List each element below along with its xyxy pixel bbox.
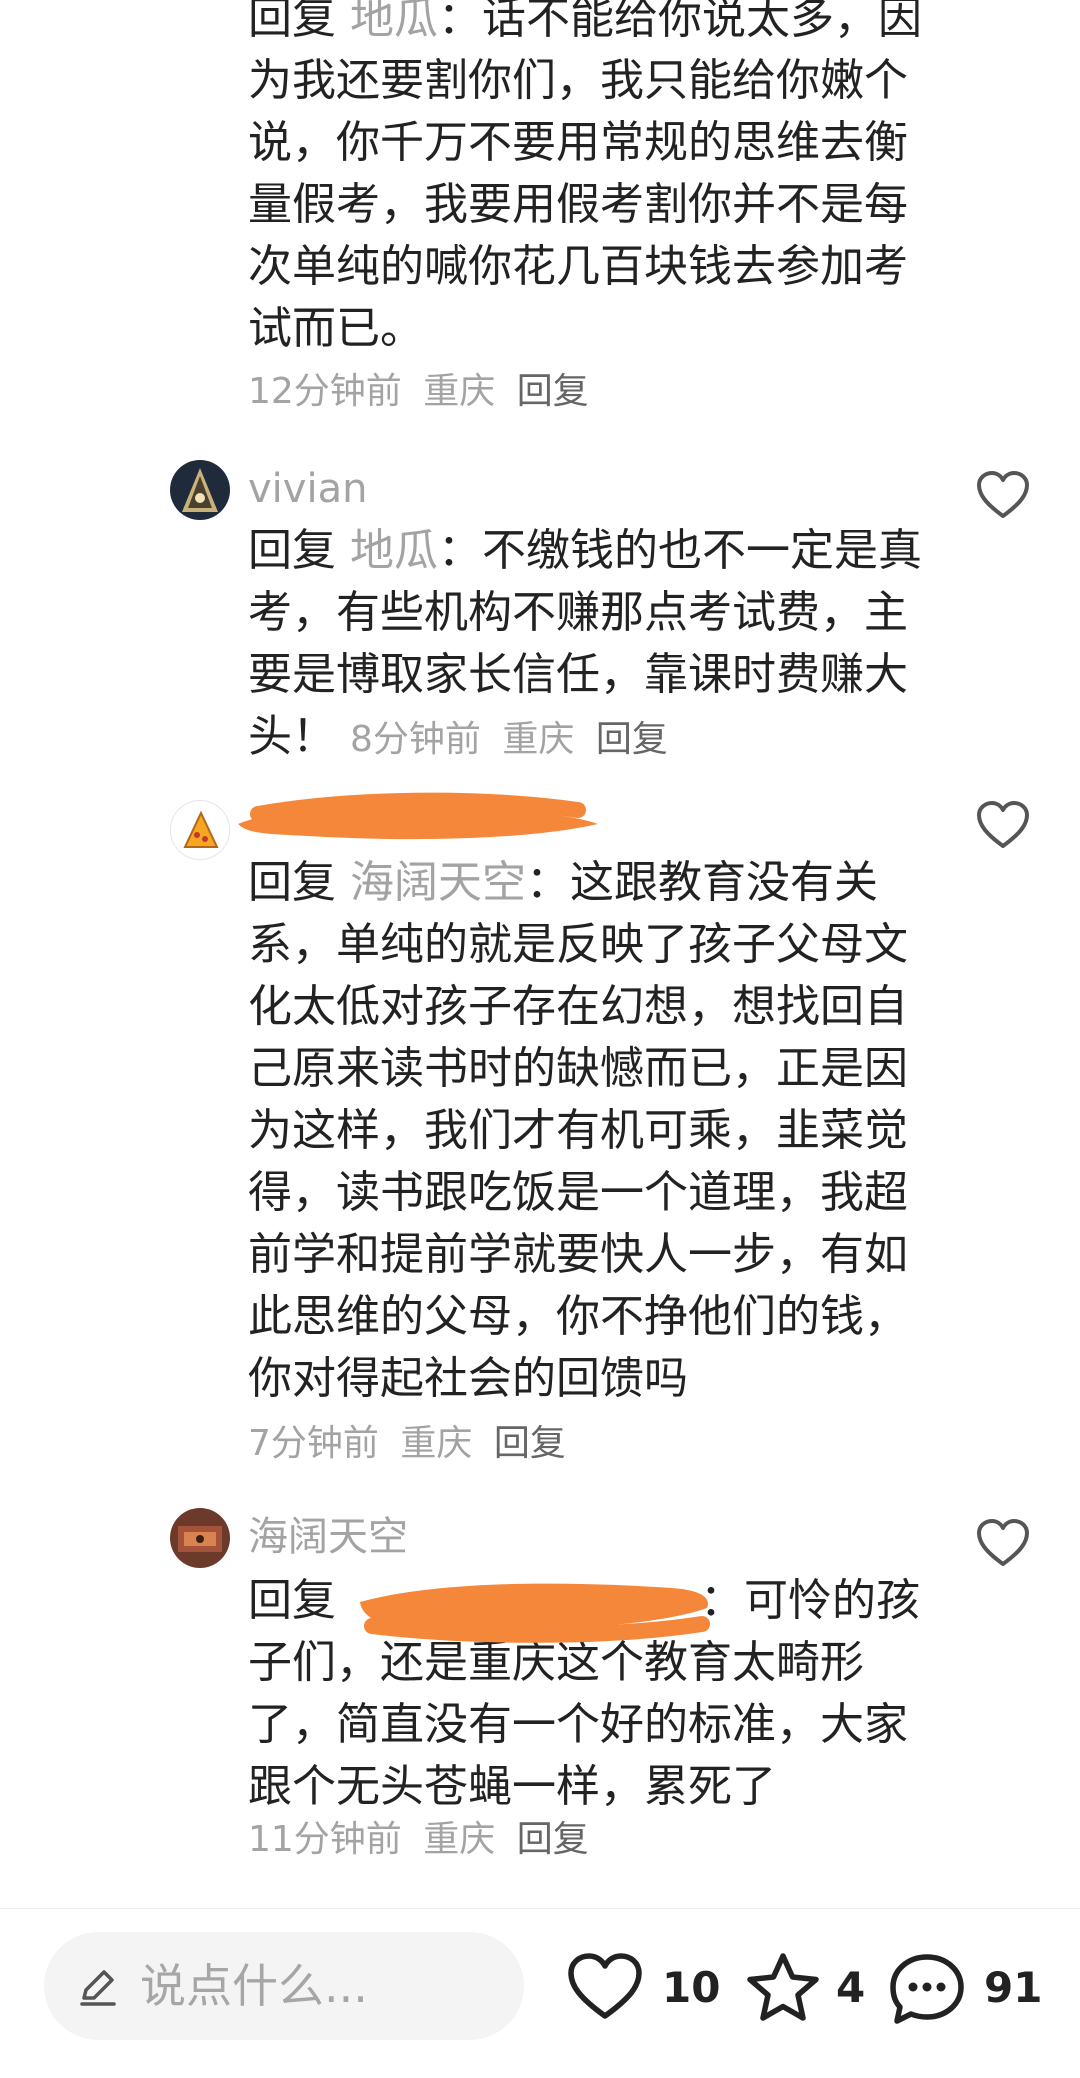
heart-icon: [977, 801, 1029, 848]
comment-meta: 12分钟前 重庆 回复: [248, 362, 599, 414]
comment-location: 重庆: [423, 371, 496, 412]
like-button[interactable]: [975, 1518, 1031, 1568]
comment-body: 回复 地瓜：话不能给你说太多，因为我还要割你们，我只能给你嫩个说，你千万不要用常…: [248, 0, 928, 360]
reply-button[interactable]: 回复: [596, 719, 668, 760]
avatar[interactable]: [170, 800, 230, 860]
avatar[interactable]: [170, 460, 230, 520]
comment-body: 回复 海阔天空：这跟教育没有关系，单纯的就是反映了孩子父母文化太低对孩子存在幻想…: [248, 852, 928, 1475]
comment-time: 8分钟前: [350, 719, 481, 760]
comment-meta: 7分钟前 重庆 回复: [248, 1423, 576, 1464]
like-button[interactable]: [975, 800, 1031, 850]
redacted-reply-target-scribble: [360, 1583, 710, 1643]
favorite-action[interactable]: 4: [744, 1952, 874, 2022]
reply-label: 回复: [248, 857, 336, 908]
reply-colon: ：: [438, 525, 482, 576]
redacted-username-scribble: [238, 792, 598, 840]
comment-input-placeholder: 说点什么...: [140, 1959, 368, 2013]
reply-target-name[interactable]: 海阔天空: [350, 857, 526, 908]
comment-input[interactable]: 说点什么...: [44, 1932, 524, 2040]
like-count: 10: [662, 1963, 721, 2012]
comment-time: 11分钟前: [248, 1819, 402, 1860]
comment-location: 重庆: [423, 1819, 496, 1860]
favorite-count: 4: [836, 1963, 866, 2012]
pen-icon: [80, 1970, 116, 2006]
comment-text: 这跟教育没有关系，单纯的就是反映了孩子父母文化太低对孩子存在幻想，想找回自己原来…: [248, 857, 908, 1404]
reply-target-name[interactable]: 地瓜: [350, 0, 438, 44]
reply-label: 回复: [248, 1575, 336, 1626]
heart-icon: [977, 1519, 1029, 1566]
comment-location: 重庆: [502, 719, 575, 760]
reply-colon: ：: [526, 857, 570, 908]
comment-meta: 11分钟前 重庆 回复: [248, 1810, 599, 1862]
comment-location: 重庆: [400, 1423, 473, 1464]
reply-button[interactable]: 回复: [517, 1819, 589, 1860]
heart-icon: [568, 1953, 642, 2019]
like-action[interactable]: 10: [566, 1952, 726, 2022]
comment-text: 话不能给你说太多，因为我还要割你们，我只能给你嫩个说，你千万不要用常规的思维去衡…: [248, 0, 922, 354]
comment-count: 91: [984, 1963, 1043, 2012]
reply-button[interactable]: 回复: [517, 371, 589, 412]
comment-time: 7分钟前: [248, 1423, 379, 1464]
comment-username[interactable]: 海阔天空: [248, 1512, 408, 1562]
avatar[interactable]: [170, 1508, 230, 1568]
comment-body: 回复 地瓜：不缴钱的也不一定是真考，有些机构不赚那点考试费，主要是博取家长信任，…: [248, 520, 928, 771]
reply-colon: ：: [438, 0, 482, 44]
comment-username[interactable]: vivian: [248, 464, 367, 514]
reply-button[interactable]: 回复: [494, 1423, 566, 1464]
comment-meta: 8分钟前 重庆 回复: [350, 719, 678, 760]
chat-bubble-icon: [890, 1954, 964, 2024]
reply-label: 回复: [248, 0, 336, 44]
star-icon: [747, 1953, 819, 2021]
comment-action[interactable]: 91: [888, 1952, 1048, 2024]
comment-time: 12分钟前: [248, 371, 402, 412]
like-button[interactable]: [975, 470, 1031, 520]
reply-target-name[interactable]: 地瓜: [350, 525, 438, 576]
heart-icon: [977, 471, 1029, 518]
reply-label: 回复: [248, 525, 336, 576]
bottom-bar-divider: [0, 1908, 1080, 1909]
